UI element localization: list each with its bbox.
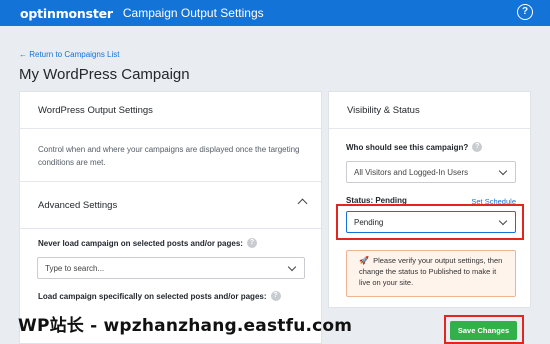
help-tooltip-icon[interactable]: ? <box>472 142 483 152</box>
chevron-up-icon <box>297 198 308 209</box>
visibility-status-heading: Visibility & Status <box>329 92 530 129</box>
output-settings-heading: WordPress Output Settings <box>20 92 321 129</box>
audience-select-value: All Visitors and Logged-In Users <box>354 167 469 177</box>
never-load-search-input[interactable]: Type to search... <box>37 257 305 279</box>
load-specific-label: Load campaign specifically on selected p… <box>38 291 281 301</box>
output-settings-card: WordPress Output Settings Control when a… <box>19 91 322 344</box>
advanced-settings-heading: Advanced Settings <box>38 199 118 211</box>
status-highlight-box <box>336 204 524 240</box>
audience-select[interactable]: All Visitors and Logged-In Users <box>346 161 516 183</box>
rocket-icon: 🚀 <box>359 256 369 265</box>
page-title: My WordPress Campaign <box>19 66 190 83</box>
never-load-label-text: Never load campaign on selected posts an… <box>38 238 243 248</box>
help-tooltip-icon[interactable]: ? <box>246 238 257 248</box>
advanced-settings-toggle[interactable]: Advanced Settings <box>20 181 321 229</box>
never-load-label: Never load campaign on selected posts an… <box>38 238 257 248</box>
header-title: Campaign Output Settings <box>122 6 264 20</box>
help-icon[interactable]: ? <box>517 4 533 20</box>
chevron-down-icon <box>287 262 297 272</box>
publish-notice-text: Please verify your output settings, then… <box>359 256 503 287</box>
search-placeholder: Type to search... <box>45 263 105 273</box>
chevron-down-icon <box>498 166 508 176</box>
optinmonster-logo[interactable]: optinmonster <box>20 6 113 21</box>
watermark-text: WP站长 - wpzhanzhang.eastfu.com <box>18 316 353 336</box>
publish-notice: 🚀 Please verify your output settings, th… <box>346 250 516 297</box>
return-to-campaigns-link[interactable]: ← Return to Campaigns List <box>19 50 120 59</box>
who-should-see-label: Who should see this campaign? ? <box>346 142 483 152</box>
save-changes-button[interactable]: Save Changes <box>450 321 517 340</box>
visibility-status-card: Visibility & Status Who should see this … <box>328 91 531 308</box>
who-should-see-label-text: Who should see this campaign? <box>346 142 469 152</box>
load-specific-label-text: Load campaign specifically on selected p… <box>38 291 267 301</box>
help-tooltip-icon[interactable]: ? <box>270 291 281 301</box>
top-bar: optinmonster Campaign Output Settings ? <box>0 0 550 26</box>
output-settings-description: Control when and where your campaigns ar… <box>38 145 300 167</box>
